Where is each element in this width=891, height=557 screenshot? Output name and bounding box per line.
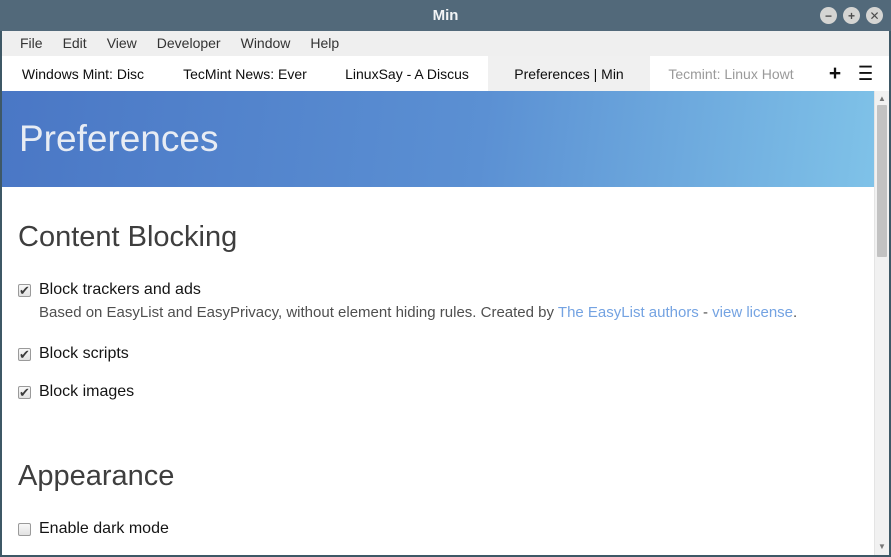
block-trackers-description: Based on EasyList and EasyPrivacy, witho… — [39, 303, 858, 323]
window-controls: − + ✕ — [820, 0, 883, 31]
new-tab-icon[interactable]: + — [829, 63, 841, 84]
setting-enable-dark-mode: Enable dark mode — [18, 519, 858, 539]
content-blocking-heading: Content Blocking — [18, 221, 238, 253]
hamburger-menu-icon[interactable]: ☰ — [858, 64, 873, 84]
tab-windows-mint[interactable]: Windows Mint: Disc — [2, 56, 164, 91]
section-content-blocking: Content Blocking ✔ Block trackers and ad… — [2, 221, 874, 402]
menu-window[interactable]: Window — [231, 31, 301, 56]
easylist-authors-link[interactable]: The EasyList authors — [558, 304, 699, 321]
tab-tecmint-news[interactable]: TecMint News: Ever — [164, 56, 326, 91]
menu-edit[interactable]: Edit — [53, 31, 97, 56]
block-trackers-checkbox[interactable]: ✔ — [18, 283, 31, 297]
block-scripts-label: Block scripts — [39, 345, 129, 362]
block-trackers-row[interactable]: ✔ Block trackers and ads — [18, 280, 858, 300]
setting-block-trackers: ✔ Block trackers and ads Based on EasyLi… — [18, 280, 858, 323]
scroll-up-icon[interactable]: ▲ — [875, 91, 889, 105]
tab-tecmint-linux[interactable]: Tecmint: Linux Howt — [650, 56, 812, 91]
section-appearance: Appearance Enable dark mode — [2, 460, 874, 539]
scroll-down-icon[interactable]: ▼ — [875, 539, 889, 553]
block-trackers-label: Block trackers and ads — [39, 281, 201, 298]
window-titlebar: Min − + ✕ — [0, 0, 891, 31]
vertical-scrollbar[interactable]: ▲ ▼ — [874, 91, 889, 555]
block-scripts-checkbox[interactable]: ✔ — [18, 347, 31, 361]
setting-block-images: ✔ Block images — [18, 382, 858, 402]
page-title: Preferences — [19, 118, 219, 159]
appearance-heading: Appearance — [18, 460, 175, 492]
enable-dark-mode-checkbox[interactable] — [18, 522, 31, 536]
description-separator: - — [698, 304, 713, 321]
menu-developer[interactable]: Developer — [147, 31, 231, 56]
minimize-button[interactable]: − — [820, 7, 837, 24]
block-images-checkbox[interactable]: ✔ — [18, 385, 31, 399]
block-scripts-row[interactable]: ✔ Block scripts — [18, 344, 858, 364]
scrollbar-thumb[interactable] — [877, 105, 887, 257]
description-text: Based on EasyList and EasyPrivacy, witho… — [39, 304, 558, 321]
scroll-area: Preferences Content Blocking ✔ Block tra… — [2, 91, 874, 555]
preferences-header: Preferences — [2, 91, 874, 187]
tab-preferences-active[interactable]: Preferences | Min — [488, 56, 650, 91]
menu-file[interactable]: File — [10, 31, 53, 56]
enable-dark-mode-row[interactable]: Enable dark mode — [18, 519, 858, 539]
window-title: Min — [432, 7, 459, 24]
close-button[interactable]: ✕ — [866, 7, 883, 24]
menu-view[interactable]: View — [97, 31, 147, 56]
menu-help[interactable]: Help — [300, 31, 349, 56]
tab-bar: Windows Mint: Disc TecMint News: Ever Li… — [2, 56, 889, 91]
block-images-row[interactable]: ✔ Block images — [18, 382, 858, 402]
page-content: Preferences Content Blocking ✔ Block tra… — [2, 91, 889, 555]
view-license-link[interactable]: view license — [712, 304, 793, 321]
tab-list: Windows Mint: Disc TecMint News: Ever Li… — [2, 56, 812, 91]
tab-actions: + ☰ — [812, 56, 889, 91]
window-body: File Edit View Developer Window Help Win… — [2, 31, 889, 555]
browser-window: Min − + ✕ File Edit View Developer Windo… — [0, 0, 891, 557]
setting-block-scripts: ✔ Block scripts — [18, 344, 858, 364]
block-images-label: Block images — [39, 383, 135, 400]
menu-bar: File Edit View Developer Window Help — [2, 31, 889, 56]
maximize-button[interactable]: + — [843, 7, 860, 24]
tab-linuxsay[interactable]: LinuxSay - A Discus — [326, 56, 488, 91]
enable-dark-mode-label: Enable dark mode — [39, 520, 169, 537]
description-end: . — [793, 304, 798, 321]
